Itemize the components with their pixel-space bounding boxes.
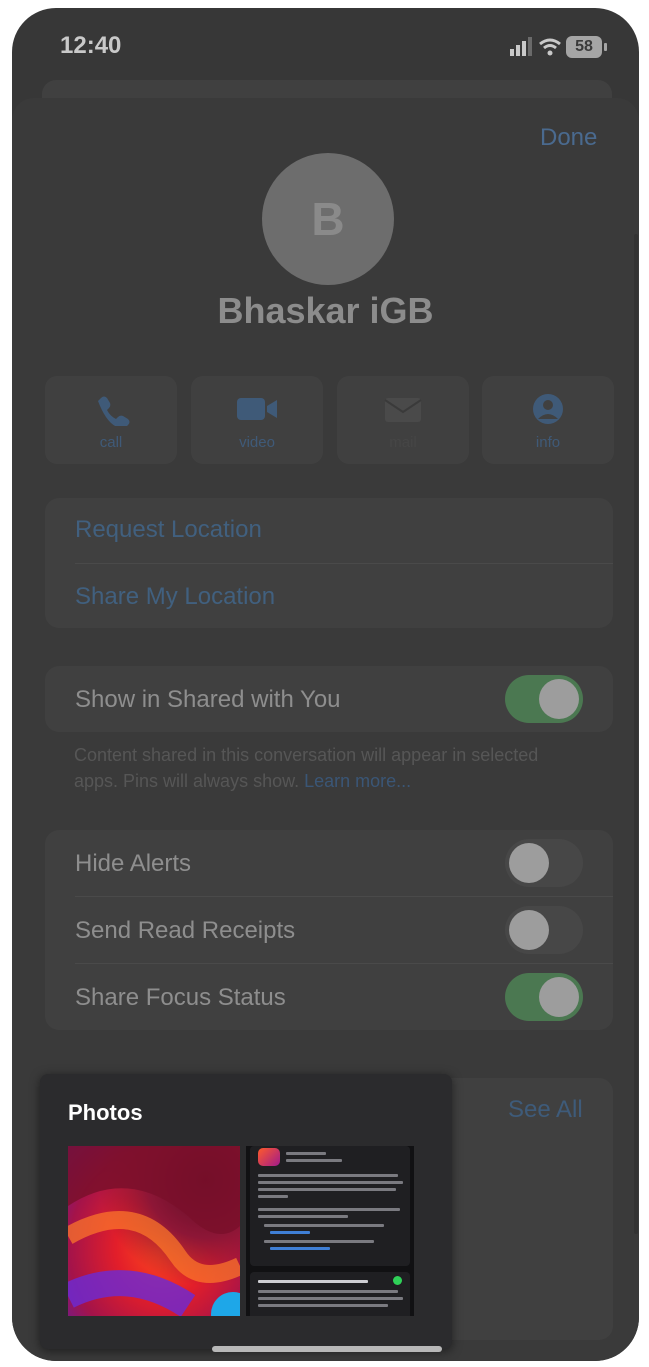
video-button[interactable]: video — [191, 376, 323, 464]
doc-link-line — [270, 1231, 310, 1234]
doc-line — [258, 1208, 400, 1211]
settings-group: Hide Alerts Send Read Receipts Share Foc… — [45, 830, 613, 1030]
shared-with-you-footnote: Content shared in this conversation will… — [74, 742, 574, 794]
share-focus-status-toggle[interactable] — [505, 973, 583, 1021]
doc-line — [258, 1297, 403, 1300]
location-group: Request Location Share My Location — [45, 498, 613, 628]
signal-wifi-icon — [510, 37, 561, 56]
toggle-knob — [539, 679, 579, 719]
learn-more-link[interactable]: Learn more... — [304, 771, 411, 791]
photos-preview-popup[interactable]: Photos — [40, 1074, 452, 1349]
send-read-receipts-label: Send Read Receipts — [75, 917, 296, 944]
doc-line — [258, 1280, 368, 1283]
divider — [75, 896, 613, 897]
battery-icon: 58 — [566, 36, 602, 58]
divider — [75, 563, 613, 564]
doc-line — [258, 1188, 396, 1191]
scrollbar[interactable] — [634, 234, 638, 1234]
toggle-knob — [509, 843, 549, 883]
doc-line — [258, 1174, 398, 1177]
phone-screen: 12:40 58 Done B Bhaskar iGB call video m… — [12, 8, 639, 1361]
call-button[interactable]: call — [45, 376, 177, 464]
battery-tip — [604, 43, 607, 51]
popup-title: Photos — [68, 1100, 143, 1125]
doc-line — [286, 1159, 342, 1162]
toggle-knob — [539, 977, 579, 1017]
send-read-receipts-toggle[interactable] — [505, 906, 583, 954]
doc-line — [258, 1290, 398, 1293]
info-button[interactable]: info — [482, 376, 614, 464]
doc-line — [258, 1181, 403, 1184]
shared-with-you-group: Show in Shared with You — [45, 666, 613, 732]
video-label: video — [239, 434, 275, 451]
status-icons: 58 — [508, 34, 620, 60]
person-circle-icon — [533, 394, 563, 424]
mail-label: mail — [389, 434, 417, 451]
doc-line — [258, 1215, 348, 1218]
mail-button: mail — [337, 376, 469, 464]
info-label: info — [535, 434, 561, 451]
wallpaper-swirl — [68, 1146, 240, 1316]
shared-with-you-toggle[interactable] — [505, 675, 583, 723]
see-all-button[interactable]: See All — [508, 1096, 583, 1124]
doc-line — [258, 1195, 288, 1198]
avatar[interactable]: B — [262, 153, 394, 285]
phone-icon — [98, 396, 130, 426]
photo-thumbnail-screenshot[interactable] — [246, 1146, 414, 1316]
doc-line — [258, 1304, 388, 1307]
shared-with-you-label: Show in Shared with You — [75, 686, 341, 713]
request-location-button[interactable]: Request Location — [75, 516, 262, 544]
doc-link-line — [270, 1247, 330, 1250]
mail-icon — [384, 398, 422, 422]
share-focus-status-label: Share Focus Status — [75, 984, 286, 1011]
doc-line — [264, 1224, 384, 1227]
photo-thumbnail-wallpaper[interactable] — [68, 1146, 240, 1316]
app-icon — [258, 1148, 280, 1166]
done-button[interactable]: Done — [540, 124, 597, 152]
divider — [75, 963, 613, 964]
call-label: call — [99, 434, 123, 451]
status-time: 12:40 — [60, 32, 122, 59]
doc-card-download — [250, 1272, 410, 1316]
toggle-knob — [509, 910, 549, 950]
doc-line — [264, 1240, 374, 1243]
share-my-location-button[interactable]: Share My Location — [75, 583, 275, 611]
status-dot-icon — [393, 1276, 402, 1285]
contact-name: Bhaskar iGB — [217, 290, 434, 331]
hide-alerts-toggle[interactable] — [505, 839, 583, 887]
hide-alerts-label: Hide Alerts — [75, 850, 192, 877]
video-camera-icon — [237, 398, 277, 420]
doc-line — [286, 1152, 326, 1155]
doc-card — [250, 1146, 410, 1266]
home-indicator[interactable] — [212, 1346, 442, 1352]
